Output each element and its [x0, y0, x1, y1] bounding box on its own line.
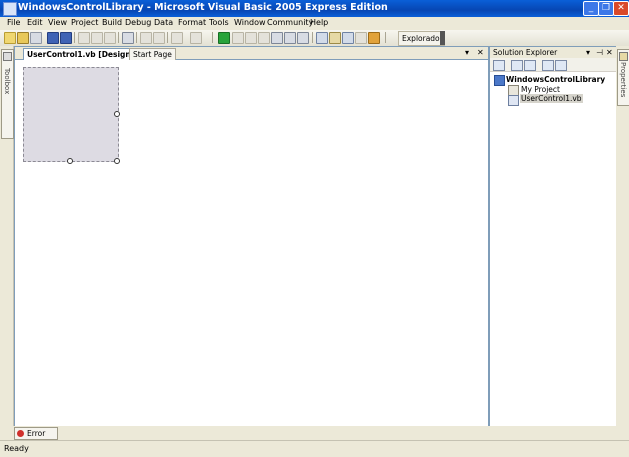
menu-tools[interactable]: Tools	[209, 18, 229, 27]
toolbox-icon	[3, 52, 12, 61]
tree-item-my-project[interactable]: My Project	[521, 85, 560, 94]
toolbar-separator	[167, 32, 168, 43]
menu-window[interactable]: Window	[234, 18, 266, 27]
maximize-button[interactable]: ❐	[598, 1, 614, 16]
properties-window-icon[interactable]	[329, 32, 341, 44]
toolbar-separator	[312, 32, 313, 43]
stop-icon[interactable]	[245, 32, 257, 44]
bottom-dock-strip: Error List	[0, 426, 629, 449]
explorer-button[interactable]: Explorador	[398, 31, 445, 46]
toolbar-separator	[212, 32, 213, 43]
project-icon	[494, 75, 505, 86]
view-designer-icon[interactable]	[555, 60, 567, 71]
error-icon	[17, 430, 24, 437]
new-project-icon[interactable]	[4, 32, 16, 44]
properties-label: Properties	[619, 62, 627, 98]
comment-icon[interactable]	[140, 32, 152, 44]
properties-tab[interactable]: Properties	[617, 49, 629, 106]
toolbox-tab[interactable]: Toolbox	[1, 49, 14, 139]
step-over-icon[interactable]	[271, 32, 283, 44]
menu-project[interactable]: Project	[71, 18, 98, 27]
right-dock-strip: Properties	[616, 46, 629, 426]
title-bar: WindowsControlLibrary - Microsoft Visual…	[0, 0, 629, 17]
pause-icon[interactable]	[232, 32, 244, 44]
toolbar-separator	[385, 32, 386, 43]
breakpoint-icon[interactable]	[297, 32, 309, 44]
tab-start-page[interactable]: Start Page	[129, 48, 176, 60]
view-code-icon[interactable]	[542, 60, 554, 71]
show-all-files-icon[interactable]	[511, 60, 523, 71]
menu-edit[interactable]: Edit	[27, 18, 43, 27]
solution-explorer-icon[interactable]	[316, 32, 328, 44]
menu-build[interactable]: Build	[102, 18, 122, 27]
solution-explorer-title: Solution Explorer	[493, 48, 558, 57]
resize-handle-right[interactable]	[114, 111, 120, 117]
add-item-icon[interactable]	[30, 32, 42, 44]
resize-handle-bottom[interactable]	[67, 158, 73, 164]
start-page-icon[interactable]	[368, 32, 380, 44]
minimize-button[interactable]: _	[583, 1, 599, 16]
toolbar-separator	[74, 32, 75, 43]
vb-file-icon	[508, 95, 519, 106]
solution-explorer-toolbar	[490, 58, 616, 72]
uncomment-icon[interactable]	[153, 32, 165, 44]
toolbox-label: Toolbox	[3, 68, 11, 95]
standard-toolbar: Explorador	[0, 30, 629, 47]
step-out-icon[interactable]	[284, 32, 296, 44]
status-text: Ready	[4, 444, 29, 453]
toolbar-overflow-icon[interactable]	[440, 31, 445, 45]
save-icon[interactable]	[47, 32, 59, 44]
left-dock-strip: Toolbox	[0, 46, 14, 426]
usercontrol-design-surface[interactable]	[23, 67, 119, 162]
open-file-icon[interactable]	[17, 32, 29, 44]
refresh-icon[interactable]	[524, 60, 536, 71]
close-document-icon[interactable]: ✕	[477, 48, 484, 57]
cut-icon[interactable]	[78, 32, 90, 44]
status-bar: Ready	[0, 440, 629, 457]
find-icon[interactable]	[122, 32, 134, 44]
tab-usercontrol-design[interactable]: UserControl1.vb [Design]	[23, 48, 139, 60]
document-tabs: UserControl1.vb [Design] Start Page ▾ ✕	[15, 47, 488, 60]
menu-data[interactable]: Data	[154, 18, 173, 27]
menu-bar: File Edit View Project Build Debug Data …	[0, 17, 629, 30]
object-browser-icon[interactable]	[342, 32, 354, 44]
paste-icon[interactable]	[104, 32, 116, 44]
menu-format[interactable]: Format	[178, 18, 206, 27]
properties-icon	[619, 52, 628, 61]
tree-item-project[interactable]: WindowsControlLibrary	[506, 75, 605, 84]
auto-hide-pin-icon[interactable]: ⊣	[596, 47, 603, 58]
undo-icon[interactable]	[171, 32, 183, 44]
resize-handle-corner[interactable]	[114, 158, 120, 164]
window-title: WindowsControlLibrary - Microsoft Visual…	[18, 2, 388, 13]
menu-help[interactable]: Help	[310, 18, 328, 27]
menu-view[interactable]: View	[48, 18, 67, 27]
window-position-dropdown-icon[interactable]: ▾	[586, 47, 590, 58]
properties-icon[interactable]	[493, 60, 505, 71]
menu-community[interactable]: Community	[267, 18, 313, 27]
toolbar-separator	[136, 32, 137, 43]
close-button[interactable]: ✕	[613, 1, 629, 16]
document-area: UserControl1.vb [Design] Start Page ▾ ✕	[14, 46, 489, 428]
close-panel-icon[interactable]: ✕	[606, 47, 613, 58]
active-files-dropdown-icon[interactable]: ▾	[465, 48, 469, 57]
redo-icon[interactable]	[190, 32, 202, 44]
tree-item-usercontrol1[interactable]: UserControl1.vb	[520, 94, 583, 103]
toolbox-icon[interactable]	[355, 32, 367, 44]
app-icon[interactable]	[3, 2, 17, 16]
copy-icon[interactable]	[91, 32, 103, 44]
menu-debug[interactable]: Debug	[125, 18, 151, 27]
solution-explorer-panel: Solution Explorer ▾ ⊣ ✕ WindowsControlLi…	[489, 46, 617, 428]
menu-file[interactable]: File	[7, 18, 20, 27]
error-list-tab[interactable]: Error List	[14, 427, 58, 449]
toolbar-separator	[118, 32, 119, 43]
step-into-icon[interactable]	[258, 32, 270, 44]
save-all-icon[interactable]	[60, 32, 72, 44]
start-debugging-icon[interactable]	[218, 32, 230, 44]
solution-explorer-header: Solution Explorer ▾ ⊣ ✕	[490, 47, 616, 58]
